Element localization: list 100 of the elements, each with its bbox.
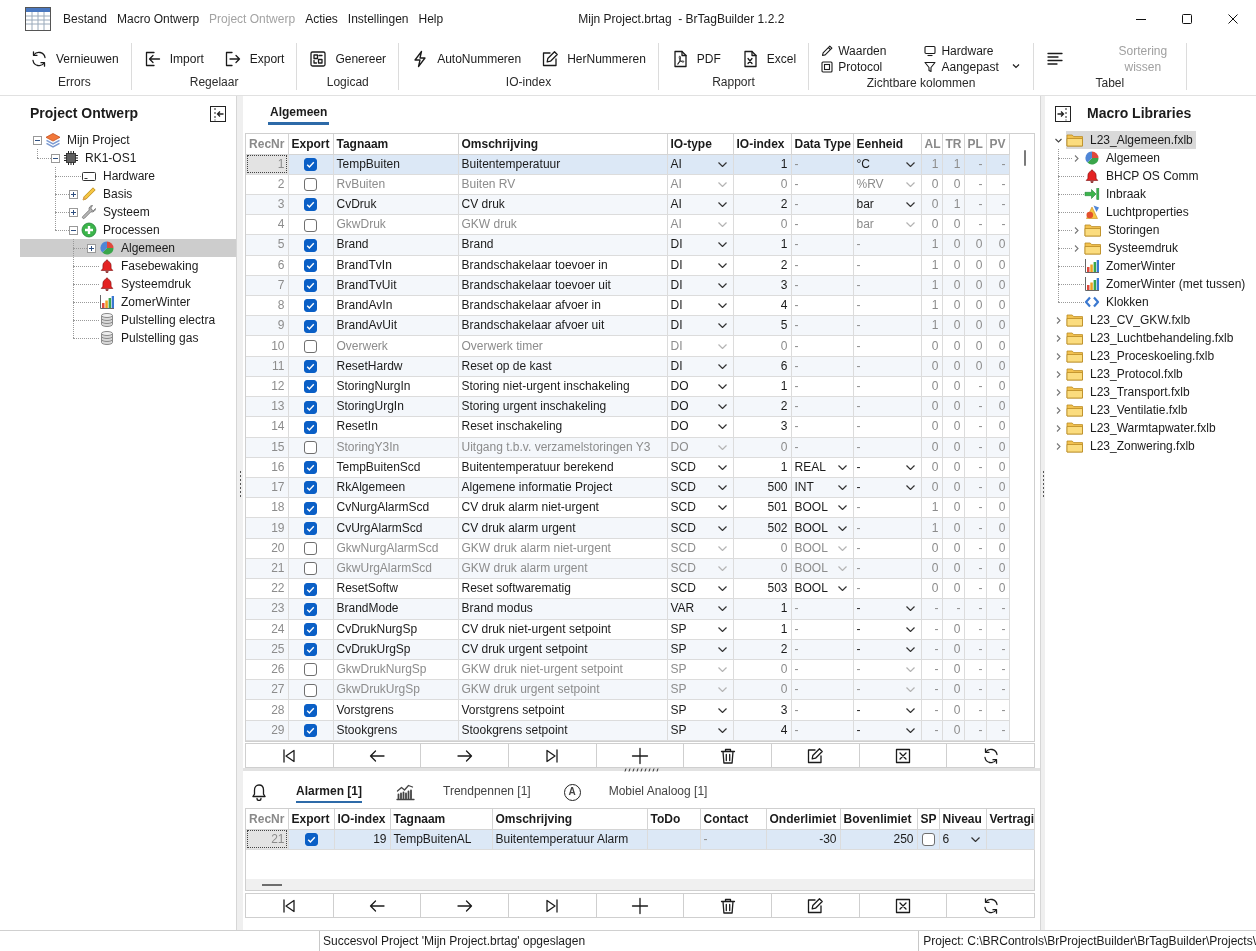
dropdown-cell[interactable]: - — [853, 619, 921, 639]
table-row[interactable]: 25 CvDrukUrgSp CV druk urgent setpoint SP 2 - - - 0 - - — [246, 639, 1009, 660]
table-row[interactable]: 4 GkwDruk GKW druk AI 0 - bar 0 0 - - — [246, 214, 1009, 235]
tree-item[interactable]: L23_CV_GKW.fxlb — [1066, 311, 1194, 329]
table-row[interactable]: 24 CvDrukNurgSp CV druk niet-urgent setpoint SP 1 - - - 0 - - — [246, 619, 1009, 640]
dropdown-cell[interactable]: - — [853, 720, 921, 740]
dropdown-cell[interactable]: - — [853, 639, 921, 659]
chevron-right-icon[interactable] — [1054, 315, 1063, 325]
column-header[interactable]: Tagnaam — [390, 809, 492, 829]
tree-item[interactable]: L23_Proceskoeling.fxlb — [1066, 347, 1218, 365]
checkbox[interactable] — [304, 521, 317, 535]
checkbox[interactable] — [304, 279, 317, 293]
ribbon-button[interactable]: Aangepast — [924, 59, 999, 75]
dropdown-cell[interactable]: SCD — [667, 457, 733, 477]
menu-item[interactable]: Acties — [300, 7, 343, 31]
tree-item[interactable]: Algemeen — [1084, 149, 1164, 167]
checkbox[interactable] — [304, 360, 317, 374]
checkbox[interactable] — [304, 703, 317, 717]
table-row[interactable]: 14 ResetIn Reset inschakeling DO 3 - - 0 0 - 0 — [246, 416, 1009, 438]
checkbox[interactable] — [304, 481, 317, 495]
tab[interactable]: Trendpennen [1] — [395, 781, 531, 803]
dropdown-cell[interactable]: AI — [667, 215, 733, 235]
checkbox[interactable] — [304, 380, 317, 394]
table-row[interactable]: 21 19 TempBuitenAL Buitentemperatuur Alarm - -30 250 6 — [246, 829, 1034, 849]
checkbox[interactable] — [304, 501, 317, 515]
table-row[interactable]: 7 BrandTvUit Brandschakelaar toevoer uit DI 3 - - 1 0 0 0 — [246, 275, 1009, 296]
dropdown-cell[interactable]: SP — [667, 639, 733, 659]
ribbon-button[interactable]: AutoNummeren — [411, 45, 522, 72]
tree-item[interactable]: Luchtproperties — [1084, 203, 1192, 221]
column-header[interactable]: ToDo — [647, 809, 700, 829]
checkbox[interactable] — [304, 198, 317, 212]
tree-item[interactable]: Systeemdruk — [20, 275, 236, 293]
table-row[interactable]: 6 BrandTvIn Brandschakelaar toevoer in DI 2 - - 1 0 0 0 — [246, 255, 1009, 276]
column-header[interactable]: Export — [288, 134, 333, 154]
dropdown-cell[interactable]: - — [853, 599, 921, 619]
plus-box-icon[interactable] — [69, 207, 78, 217]
tree-item[interactable]: Systeem — [20, 203, 236, 221]
checkbox[interactable] — [304, 643, 317, 657]
tree-item[interactable]: L23_Warmtapwater.fxlb — [1066, 419, 1219, 437]
table-row[interactable]: 9 BrandAvUit Brandschakelaar afvoer uit DI 5 - - 1 0 0 0 — [246, 315, 1009, 336]
checkbox[interactable] — [304, 461, 317, 475]
tree-item[interactable]: RK1-OS1 — [20, 149, 236, 167]
table-row[interactable]: 3 CvDruk CV druk AI 2 - bar 0 1 - - — [246, 194, 1009, 215]
checkbox[interactable] — [304, 622, 317, 636]
table-row[interactable]: 5 Brand Brand DI 1 - - 1 0 0 0 — [246, 234, 1009, 256]
ribbon-button[interactable]: HerNummeren — [541, 45, 646, 72]
menu-item[interactable]: Instellingen — [342, 7, 414, 31]
checkbox[interactable] — [304, 542, 317, 556]
table-row[interactable]: 12 StoringNurgIn Storing niet-urgent inschakeling DO 1 - - 0 0 - 0 — [246, 376, 1009, 397]
column-header[interactable]: IO-index — [334, 809, 390, 829]
table-row[interactable]: 8 BrandAvIn Brandschakelaar afvoer in DI 4 - - 1 0 0 0 — [246, 295, 1009, 316]
tab[interactable]: A Mobiel Analoog [1] — [563, 781, 708, 803]
table-row[interactable]: 11 ResetHardw Reset op de kast DI 6 - - 0 0 0 0 — [246, 356, 1009, 377]
table-row[interactable]: 28 Vorstgrens Vorstgrens setpoint SP 3 - - - 0 - - — [246, 699, 1009, 721]
tree-item[interactable]: Fasebewaking — [20, 257, 236, 275]
checkbox[interactable] — [304, 663, 317, 677]
dropdown-cell[interactable]: DI — [667, 255, 733, 275]
dropdown-cell[interactable]: DO — [667, 397, 733, 417]
column-header[interactable]: AL — [921, 134, 942, 154]
dropdown-cell[interactable]: SCD — [667, 579, 733, 599]
dropdown-cell[interactable]: DI — [667, 235, 733, 255]
tree-item[interactable]: Algemeen — [20, 239, 236, 257]
menu-item[interactable]: Help — [413, 7, 449, 31]
column-header[interactable]: Vertragi — [986, 809, 1034, 829]
table-row[interactable]: 13 StoringUrgIn Storing urgent inschakeling DO 2 - - 0 0 - 0 — [246, 396, 1009, 417]
tree-item[interactable]: L23_Transport.fxlb — [1066, 383, 1193, 401]
ribbon-button[interactable]: Protocol — [821, 59, 887, 75]
scrollbar-thumb[interactable] — [262, 883, 282, 886]
checkbox[interactable] — [304, 602, 317, 616]
splitter-grip[interactable] — [238, 470, 242, 498]
tree-item[interactable]: Basis — [20, 185, 236, 203]
ribbon-button[interactable] — [1010, 61, 1021, 71]
checkbox[interactable] — [304, 178, 317, 192]
tab[interactable]: Alarmen [1] — [250, 781, 363, 803]
column-header[interactable]: Tagnaam — [333, 134, 458, 154]
column-header[interactable]: IO-type — [667, 134, 733, 154]
dropdown-cell[interactable]: 6 — [939, 829, 986, 849]
ribbon-button[interactable]: Genereer — [309, 45, 387, 72]
tree-item[interactable]: Mijn Project — [20, 131, 236, 149]
column-header[interactable]: Niveau — [939, 809, 986, 829]
tree-item[interactable]: Pulstelling electra — [20, 311, 236, 329]
dropdown-cell[interactable]: BOOL — [791, 579, 853, 599]
checkbox[interactable] — [304, 582, 317, 596]
checkbox[interactable] — [304, 832, 318, 846]
tree-item[interactable]: L23_Algemeen.fxlb — [1066, 131, 1196, 149]
column-header[interactable]: Omschrijving — [492, 809, 647, 829]
minus-box-icon[interactable] — [51, 153, 60, 163]
tree-item[interactable]: Pulstelling gas — [20, 329, 236, 347]
tree-item[interactable]: ZomerWinter — [1084, 257, 1179, 275]
table-row[interactable]: 1 TempBuiten Buitentemperatuur AI 1 - °C 1 1 - - — [246, 154, 1009, 175]
minus-box-icon[interactable] — [33, 135, 42, 145]
tree-item[interactable]: ZomerWinter (met tussen) — [1084, 275, 1249, 293]
table-row[interactable]: 17 RkAlgemeen Algemene informatie Project SCD 500 INT - 0 0 - 0 — [246, 477, 1009, 498]
scrollbar-thumb[interactable] — [1023, 150, 1026, 166]
tree-item[interactable]: L23_Zonwering.fxlb — [1066, 437, 1198, 455]
menu-item[interactable]: Bestand — [58, 7, 113, 31]
table-row[interactable]: 10 Overwerk Overwerk timer DI 0 - - 0 0 0 0 — [246, 335, 1009, 357]
dropdown-cell[interactable]: VAR — [667, 599, 733, 619]
table-row[interactable]: 19 CvUrgAlarmScd CV druk alarm urgent SCD 502 BOOL - 1 0 - 0 — [246, 517, 1009, 539]
dropdown-cell[interactable]: °C — [853, 154, 921, 174]
